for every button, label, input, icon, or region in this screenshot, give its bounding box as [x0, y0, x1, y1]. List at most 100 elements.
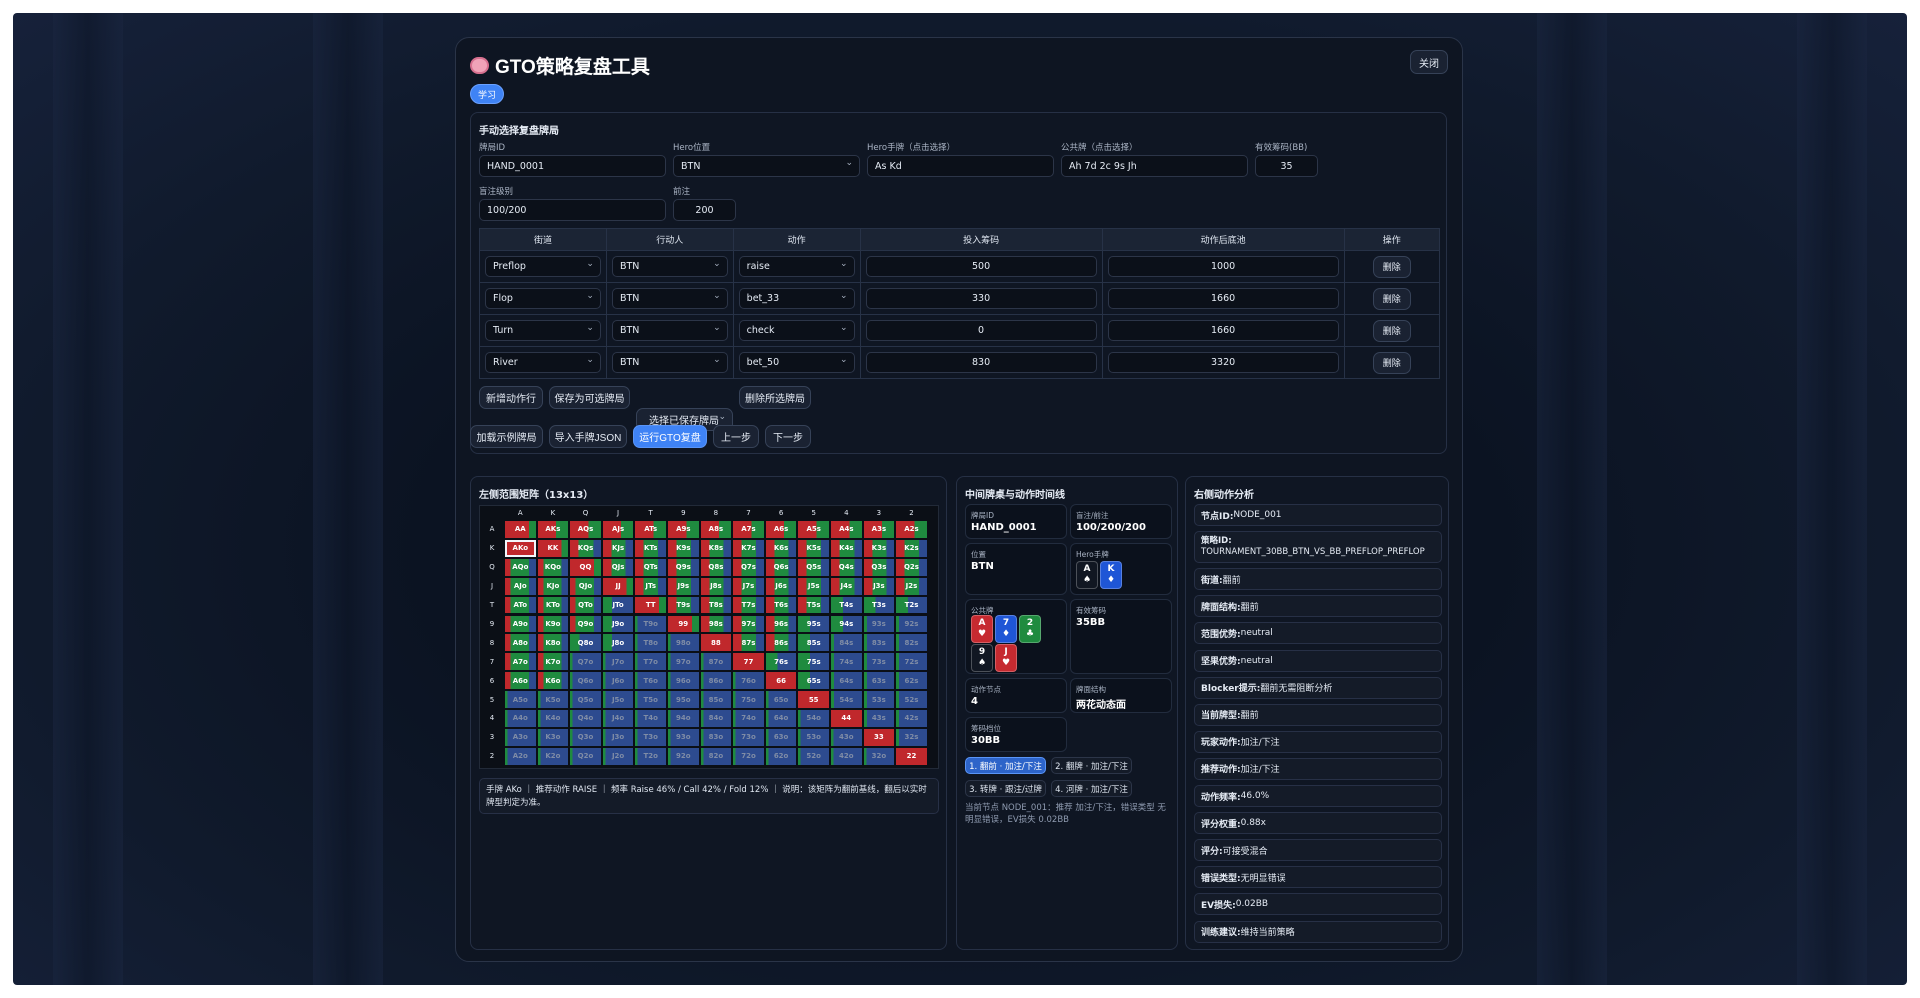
run-gto-button[interactable]: 运行GTO复盘 — [633, 425, 707, 448]
hero-position-select[interactable]: BTN — [673, 155, 860, 177]
action-street-select[interactable]: River — [485, 352, 601, 373]
matrix-cell[interactable]: KJs — [602, 539, 634, 557]
load-example-button[interactable]: 加载示例牌局 — [470, 425, 543, 448]
matrix-cell[interactable]: Q5o — [570, 691, 601, 708]
matrix-cell[interactable]: 92s — [896, 615, 927, 633]
matrix-cell[interactable]: 88 — [700, 634, 732, 652]
matrix-cell[interactable]: 65s — [798, 672, 829, 690]
matrix-cell[interactable]: K3s — [863, 539, 895, 557]
matrix-cell[interactable]: 66 — [765, 672, 797, 690]
matrix-cell[interactable]: A4s — [831, 521, 862, 538]
matrix-cell[interactable]: J3s — [863, 577, 895, 595]
matrix-cell[interactable]: AJo — [505, 577, 536, 595]
matrix-cell[interactable]: A2o — [505, 747, 536, 765]
matrix-cell[interactable]: 75o — [733, 691, 764, 708]
matrix-cell[interactable]: T9o — [635, 615, 666, 633]
action-street-select[interactable]: Turn — [485, 320, 601, 341]
matrix-cell[interactable]: K4o — [537, 710, 569, 727]
action-actor-select[interactable]: BTN — [611, 320, 728, 341]
matrix-cell[interactable]: J7s — [733, 577, 764, 595]
matrix-cell[interactable]: Q9o — [570, 615, 601, 633]
matrix-cell[interactable]: AJs — [602, 521, 634, 538]
delete-selected-button[interactable]: 删除所选牌局 — [739, 386, 811, 409]
matrix-cell[interactable]: A5s — [798, 521, 829, 538]
matrix-cell[interactable]: 96o — [668, 672, 699, 690]
matrix-cell[interactable]: 42o — [831, 747, 862, 765]
matrix-cell[interactable]: 54s — [831, 691, 862, 708]
matrix-cell[interactable]: 86o — [700, 672, 732, 690]
matrix-cell[interactable]: Q4s — [831, 558, 862, 576]
matrix-cell[interactable]: KJo — [537, 577, 569, 595]
timeline-step-4[interactable]: 4. 河牌 · 加注/下注 — [1051, 780, 1132, 797]
matrix-cell[interactable]: 93s — [863, 615, 895, 633]
matrix-cell[interactable]: Q9s — [668, 558, 699, 576]
matrix-cell[interactable]: 22 — [896, 747, 927, 765]
action-amount-input[interactable]: 0 — [865, 320, 1097, 341]
matrix-cell[interactable]: 87o — [700, 653, 732, 671]
matrix-cell[interactable]: A7o — [505, 653, 536, 671]
blinds-input[interactable]: 100/200 — [479, 199, 666, 221]
matrix-cell[interactable]: 62o — [765, 747, 797, 765]
matrix-cell[interactable]: K5s — [798, 539, 829, 557]
matrix-cell[interactable]: T7o — [635, 653, 666, 671]
matrix-cell[interactable]: 62s — [896, 672, 927, 690]
matrix-cell[interactable]: 54o — [798, 710, 829, 727]
matrix-cell[interactable]: Q2s — [896, 558, 927, 576]
matrix-cell[interactable]: QTs — [635, 558, 666, 576]
matrix-cell[interactable]: KK — [537, 539, 569, 557]
matrix-cell[interactable]: ATs — [635, 521, 666, 538]
prev-step-button[interactable]: 上一步 — [713, 425, 759, 448]
matrix-cell[interactable]: 42s — [896, 710, 927, 727]
matrix-cell[interactable]: Q3s — [863, 558, 895, 576]
matrix-cell[interactable]: A4o — [505, 710, 536, 727]
matrix-cell[interactable]: 53o — [798, 728, 829, 746]
matrix-cell[interactable]: A9s — [668, 521, 699, 538]
matrix-cell[interactable]: Q3o — [570, 728, 601, 746]
matrix-cell[interactable]: Q8o — [570, 634, 601, 652]
matrix-cell[interactable]: 74o — [733, 710, 764, 727]
action-action-select[interactable]: check — [738, 320, 855, 341]
timeline-step-1[interactable]: 1. 翻前 · 加注/下注 — [965, 757, 1046, 774]
matrix-cell[interactable]: 72o — [733, 747, 764, 765]
matrix-cell[interactable]: QJo — [570, 577, 601, 595]
matrix-cell[interactable]: 33 — [863, 728, 895, 746]
matrix-cell[interactable]: J4s — [831, 577, 862, 595]
matrix-cell[interactable]: A2s — [896, 521, 927, 538]
action-pot-input[interactable]: 1000 — [1107, 256, 1339, 277]
import-json-button[interactable]: 导入手牌JSON — [549, 425, 627, 448]
matrix-cell[interactable]: T3s — [863, 596, 895, 614]
matrix-cell[interactable]: 82o — [700, 747, 732, 765]
matrix-cell[interactable]: 96s — [765, 615, 797, 633]
matrix-cell[interactable]: KQo — [537, 558, 569, 576]
matrix-cell[interactable]: 87s — [733, 634, 764, 652]
matrix-cell[interactable]: 97s — [733, 615, 764, 633]
delete-row-button[interactable]: 删除 — [1372, 351, 1411, 374]
matrix-cell[interactable]: 76o — [733, 672, 764, 690]
matrix-cell[interactable]: 93o — [668, 728, 699, 746]
add-row-button[interactable]: 新增动作行 — [479, 386, 543, 409]
matrix-cell[interactable]: 83s — [863, 634, 895, 652]
save-hand-button[interactable]: 保存为可选牌局 — [549, 386, 630, 409]
matrix-cell[interactable]: K2o — [537, 747, 569, 765]
matrix-cell[interactable]: J3o — [602, 728, 634, 746]
matrix-cell[interactable]: T9s — [668, 596, 699, 614]
matrix-cell[interactable]: QJs — [602, 558, 634, 576]
matrix-cell[interactable]: K5o — [537, 691, 569, 708]
matrix-cell[interactable]: Q8s — [700, 558, 732, 576]
matrix-cell[interactable]: 82s — [896, 634, 927, 652]
matrix-cell[interactable]: 63o — [765, 728, 797, 746]
matrix-cell[interactable]: QTo — [570, 596, 601, 614]
matrix-cell[interactable]: K9s — [668, 539, 699, 557]
matrix-cell[interactable]: 94o — [668, 710, 699, 727]
matrix-cell[interactable]: J8s — [700, 577, 732, 595]
delete-row-button[interactable]: 删除 — [1372, 255, 1411, 278]
matrix-cell[interactable]: J4o — [602, 710, 634, 727]
action-amount-input[interactable]: 830 — [865, 352, 1097, 373]
matrix-cell[interactable]: AA — [505, 521, 536, 538]
matrix-cell[interactable]: 64s — [831, 672, 862, 690]
action-pot-input[interactable]: 1660 — [1107, 288, 1339, 309]
matrix-cell[interactable]: KTo — [537, 596, 569, 614]
matrix-cell[interactable]: 32o — [863, 747, 895, 765]
matrix-cell[interactable]: K7o — [537, 653, 569, 671]
matrix-cell[interactable]: T5s — [798, 596, 829, 614]
